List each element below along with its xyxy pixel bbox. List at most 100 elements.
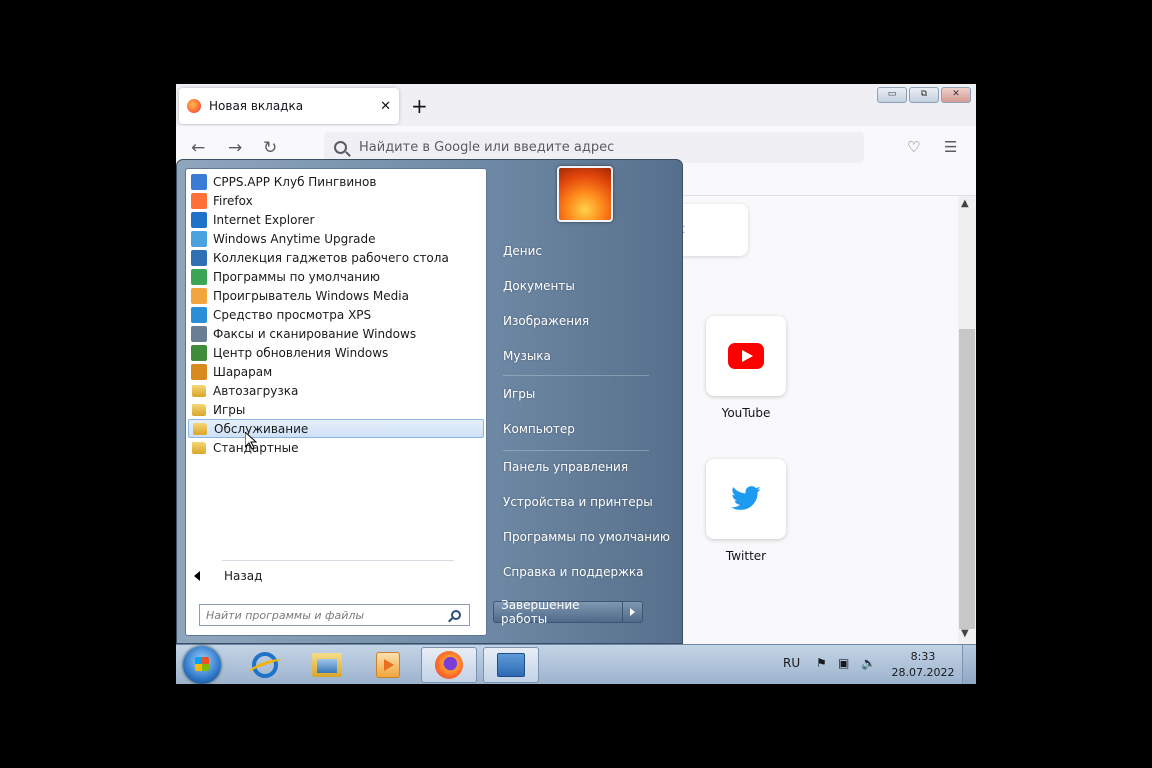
network-icon[interactable]: ▣ bbox=[838, 656, 849, 670]
shortcut-tile-twitter[interactable] bbox=[706, 459, 786, 539]
twitter-icon bbox=[731, 486, 761, 510]
folder-icon bbox=[192, 403, 206, 416]
fax-icon bbox=[191, 325, 207, 342]
forward-arrow-icon[interactable]: → bbox=[228, 138, 242, 158]
divider bbox=[503, 375, 649, 376]
control-panel-link[interactable]: Панель управления bbox=[503, 460, 628, 474]
program-item[interactable]: Факсы и сканирование Windows bbox=[188, 324, 484, 343]
taskbar-wmp-button[interactable] bbox=[360, 647, 416, 683]
user-name-link[interactable]: Денис bbox=[503, 244, 542, 258]
shutdown-options-button[interactable] bbox=[622, 602, 642, 622]
program-item[interactable]: Internet Explorer bbox=[188, 210, 484, 229]
program-label: Факсы и сканирование Windows bbox=[213, 326, 417, 341]
search-icon bbox=[334, 141, 347, 154]
language-indicator[interactable]: RU bbox=[783, 656, 800, 670]
program-label: Firefox bbox=[213, 193, 253, 208]
minimize-button[interactable]: ▭ bbox=[877, 87, 907, 103]
volume-icon[interactable]: 🔈 bbox=[861, 656, 876, 670]
close-window-button[interactable]: ✕ bbox=[941, 87, 971, 103]
start-search-placeholder: Найти программы и файлы bbox=[206, 608, 365, 622]
program-item[interactable]: Firefox bbox=[188, 191, 484, 210]
scroll-up-icon[interactable]: ▲ bbox=[961, 198, 969, 209]
clock-time: 8:33 bbox=[910, 650, 936, 663]
shortcut-tile-youtube[interactable] bbox=[706, 316, 786, 396]
program-item[interactable]: Программы по умолчанию bbox=[188, 267, 484, 286]
computer-link[interactable]: Компьютер bbox=[503, 422, 575, 436]
program-item[interactable]: CPPS.APP Клуб Пингвинов bbox=[188, 172, 484, 191]
program-item[interactable]: Автозагрузка bbox=[188, 381, 484, 400]
program-item[interactable]: Проигрыватель Windows Media bbox=[188, 286, 484, 305]
taskbar-firefox-button[interactable] bbox=[421, 647, 477, 683]
default-programs-link[interactable]: Программы по умолчанию bbox=[503, 530, 670, 544]
start-menu: CPPS.APP Клуб Пингвинов Firefox Internet E… bbox=[176, 159, 683, 644]
divider bbox=[503, 450, 649, 451]
games-link[interactable]: Игры bbox=[503, 387, 535, 401]
start-search-input[interactable]: Найти программы и файлы bbox=[199, 604, 470, 626]
program-item[interactable]: Коллекция гаджетов рабочего стола bbox=[188, 248, 484, 267]
music-link[interactable]: Музыка bbox=[503, 349, 551, 363]
menu-icon[interactable]: ☰ bbox=[944, 138, 957, 156]
taskbar-control-panel-button[interactable] bbox=[483, 647, 539, 683]
taskbar-ie-button[interactable] bbox=[237, 647, 293, 683]
tab-close-icon[interactable]: ✕ bbox=[380, 99, 391, 114]
program-label: Шарарам bbox=[213, 364, 273, 379]
taskbar-explorer-button[interactable] bbox=[299, 647, 355, 683]
program-item[interactable]: Игры bbox=[188, 400, 484, 419]
chevron-right-icon bbox=[630, 608, 635, 616]
scrollbar-thumb[interactable] bbox=[959, 329, 975, 629]
control-panel-icon bbox=[497, 653, 525, 677]
folder-icon bbox=[192, 384, 206, 397]
windows-explorer-icon bbox=[312, 653, 342, 677]
ie-icon bbox=[191, 211, 207, 228]
program-item[interactable]: Средство просмотра XPS bbox=[188, 305, 484, 324]
search-icon bbox=[451, 610, 461, 620]
folder-icon bbox=[192, 441, 206, 454]
user-avatar[interactable] bbox=[557, 166, 613, 222]
cpps-icon bbox=[191, 173, 207, 190]
mouse-cursor-icon bbox=[245, 432, 257, 450]
program-label: Коллекция гаджетов рабочего стола bbox=[213, 250, 449, 265]
program-label: Автозагрузка bbox=[213, 383, 299, 398]
xps-icon bbox=[191, 306, 207, 323]
program-item[interactable]: Центр обновления Windows bbox=[188, 343, 484, 362]
shutdown-label: Завершение работы bbox=[501, 598, 580, 626]
program-item[interactable]: Стандартные bbox=[188, 438, 484, 457]
program-label: Программы по умолчанию bbox=[213, 269, 381, 284]
program-item[interactable]: Шарарам bbox=[188, 362, 484, 381]
action-center-flag-icon[interactable]: ⚑ bbox=[816, 656, 827, 670]
show-desktop-button[interactable] bbox=[962, 645, 976, 684]
help-support-link[interactable]: Справка и поддержка bbox=[503, 565, 644, 579]
program-item[interactable]: Обслуживание bbox=[188, 419, 484, 438]
devices-printers-link[interactable]: Устройства и принтеры bbox=[503, 495, 653, 509]
firefox-favicon-icon bbox=[187, 99, 201, 113]
program-label: Центр обновления Windows bbox=[213, 345, 389, 360]
default-programs-icon bbox=[191, 268, 207, 285]
program-item[interactable]: Windows Anytime Upgrade bbox=[188, 229, 484, 248]
folder-icon bbox=[193, 422, 207, 435]
pictures-link[interactable]: Изображения bbox=[503, 314, 589, 328]
firefox-icon bbox=[191, 192, 207, 209]
back-arrow-icon[interactable]: ← bbox=[191, 138, 205, 158]
windows-upgrade-icon bbox=[191, 230, 207, 247]
shutdown-button[interactable]: Завершение работы bbox=[493, 598, 643, 626]
program-label: Средство просмотра XPS bbox=[213, 307, 372, 322]
windows-update-icon bbox=[191, 344, 207, 361]
firefox-icon bbox=[435, 651, 463, 679]
documents-link[interactable]: Документы bbox=[503, 279, 575, 293]
wmp-icon bbox=[191, 287, 207, 304]
program-label: Проигрыватель Windows Media bbox=[213, 288, 409, 303]
start-button[interactable] bbox=[183, 646, 221, 684]
scroll-down-icon[interactable]: ▼ bbox=[961, 628, 969, 639]
page-scrollbar[interactable]: ▲ ▼ bbox=[958, 196, 976, 644]
back-button[interactable]: Назад bbox=[194, 569, 262, 583]
desktop-screen: Новая вкладка ✕ + ▭ ⧉ ✕ ← → ↻ Найдите в … bbox=[176, 84, 976, 684]
taskbar: RU ⚑ ▣ 🔈 8:33 28.07.2022 bbox=[176, 644, 976, 684]
tab-new-tab[interactable]: Новая вкладка ✕ bbox=[179, 88, 399, 124]
shortcut-label-youtube: YouTube bbox=[721, 406, 771, 420]
pocket-icon[interactable]: ♡ bbox=[907, 138, 920, 156]
all-programs-panel: CPPS.APP Клуб Пингвинов Firefox Internet E… bbox=[185, 168, 487, 636]
system-clock[interactable]: 8:33 28.07.2022 bbox=[888, 649, 958, 681]
restore-button[interactable]: ⧉ bbox=[909, 87, 939, 103]
reload-icon[interactable]: ↻ bbox=[263, 138, 277, 158]
new-tab-button[interactable]: + bbox=[411, 94, 428, 118]
